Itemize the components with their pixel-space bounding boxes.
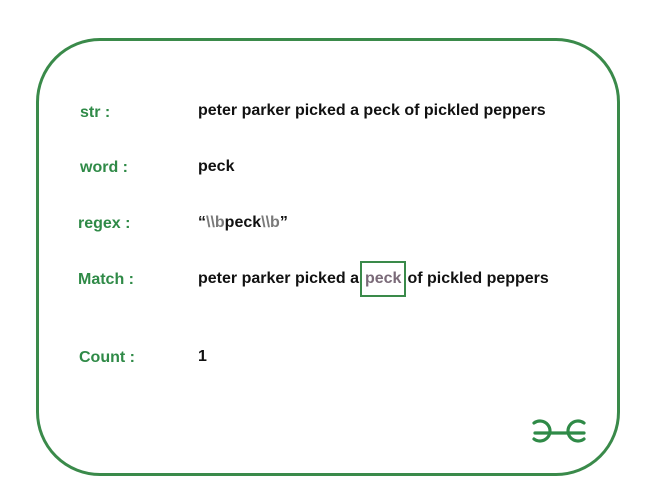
match-text-before: peter parker picked a [198,270,359,287]
regex-value: “\\bpeck\\b” [198,213,288,233]
match-value: peter parker picked a peck of pickled pepp… [198,261,549,297]
regex-open-quote: “ [198,214,206,231]
regex-boundary-start: \\b [206,214,225,231]
word-value: peck [198,158,235,175]
match-highlight-box: peck [359,261,407,297]
str-label: str : [80,104,111,121]
geeksforgeeks-logo-icon [532,419,586,443]
regex-close-quote: ” [279,214,288,231]
count-value: 1 [198,348,207,365]
regex-boundary-end: \\b [261,214,280,231]
regex-word: peck [224,214,262,231]
str-value: peter parker picked a peck of pickled pe… [198,102,546,119]
match-label: Match : [78,271,134,288]
word-label: word : [80,159,128,176]
regex-label: regex : [78,215,131,232]
count-label: Count : [79,349,135,366]
match-text-after: of pickled peppers [407,270,549,287]
